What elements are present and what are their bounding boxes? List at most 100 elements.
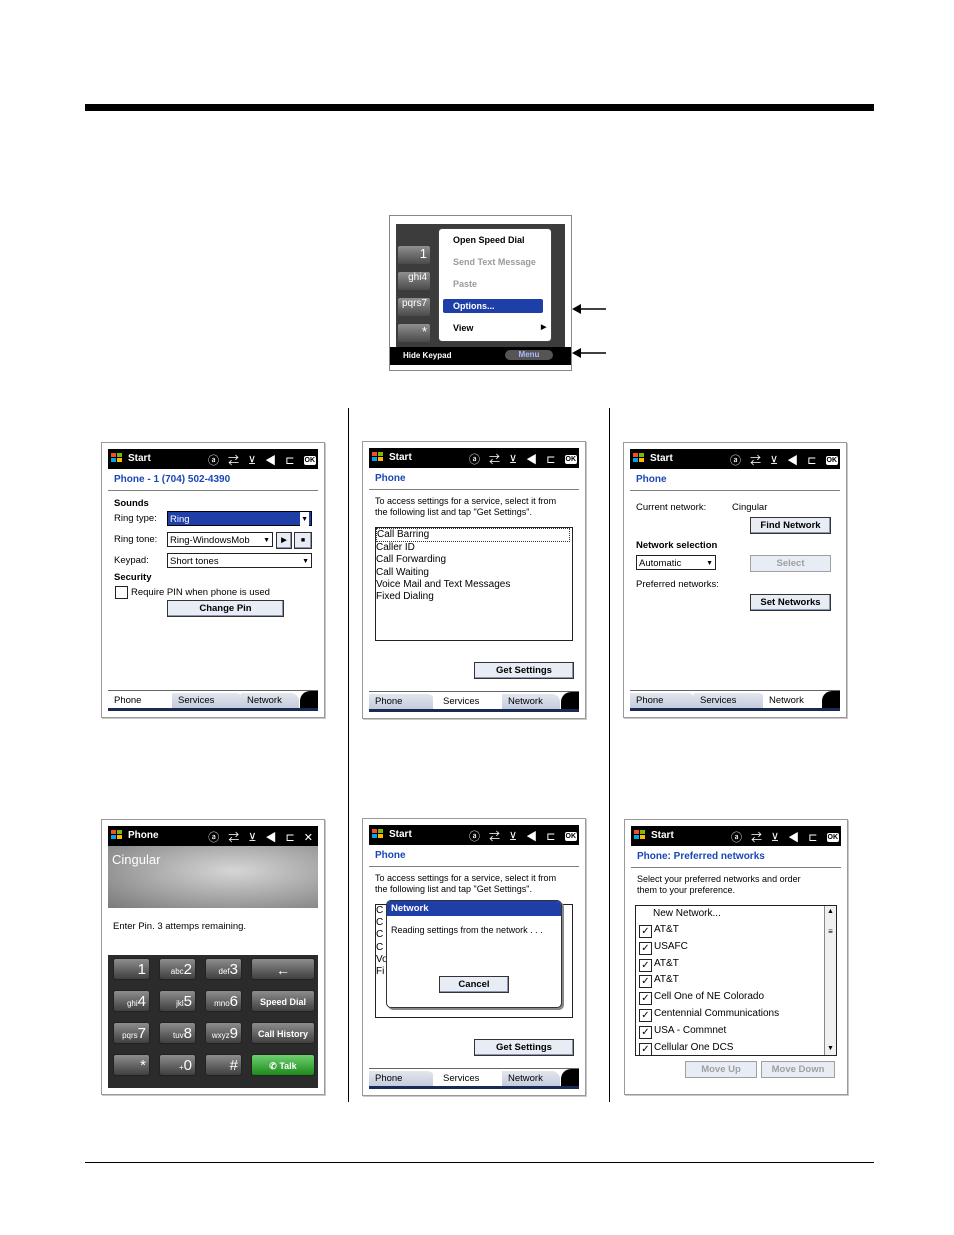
select-button[interactable]: Select <box>750 555 831 572</box>
menu-item-send-text-message[interactable]: Send Text Message <box>453 257 536 267</box>
find-network-button[interactable]: Find Network <box>750 517 831 534</box>
list-item[interactable]: Call Waiting <box>376 567 572 579</box>
ok-button[interactable]: OK <box>564 832 577 841</box>
talk-button[interactable]: ✆ Talk <box>251 1054 315 1076</box>
network-name: Cell One of NE Colorado <box>654 991 765 1003</box>
tab-phone[interactable]: Phone <box>108 693 174 708</box>
get-settings-button[interactable]: Get Settings <box>474 1039 574 1056</box>
checkbox-checked-icon[interactable]: ✓ <box>639 958 652 972</box>
start-label[interactable]: Start <box>128 453 151 464</box>
key-star[interactable]: * <box>398 324 430 342</box>
list-item[interactable]: Caller ID <box>376 542 572 554</box>
tab-services[interactable]: Services <box>433 1071 505 1086</box>
scroll-thumb-icon[interactable]: ≡ <box>825 926 836 938</box>
ring-tone-select[interactable]: Ring-WindowsMob ▼ <box>167 532 273 547</box>
get-settings-button[interactable]: Get Settings <box>474 662 574 679</box>
key-4[interactable]: ghi4 <box>398 272 430 290</box>
tab-services[interactable]: Services <box>694 693 766 708</box>
windows-flag-icon <box>633 453 645 464</box>
checkbox-checked-icon[interactable]: ✓ <box>639 1042 652 1056</box>
network-list-item[interactable]: ✓ Cell One of NE Colorado <box>636 989 836 1006</box>
list-item[interactable]: Call Forwarding <box>376 554 572 566</box>
network-list-item[interactable]: ✓ Cellular One DCS <box>636 1040 836 1057</box>
start-label[interactable]: Start <box>389 829 412 840</box>
ok-button[interactable]: OK <box>825 456 838 465</box>
pin-key[interactable]: pqrs7 <box>113 1022 150 1044</box>
checkbox-checked-icon[interactable]: ✓ <box>639 975 652 989</box>
play-icon[interactable]: ▶ <box>276 532 292 549</box>
hide-keypad-softkey[interactable]: Hide Keypad <box>403 351 451 360</box>
start-label[interactable]: Start <box>651 830 674 841</box>
pin-key[interactable]: ghi4 <box>113 990 150 1012</box>
stop-icon[interactable]: ■ <box>294 532 312 549</box>
cancel-button[interactable]: Cancel <box>439 976 509 993</box>
ok-button[interactable]: OK <box>303 456 316 465</box>
close-icon[interactable]: ✕ <box>304 832 316 844</box>
pin-key[interactable]: # <box>205 1054 242 1076</box>
tab-services[interactable]: Services <box>433 694 505 709</box>
list-item[interactable]: Call Barring <box>376 528 570 543</box>
keypad-select[interactable]: Short tones ▼ <box>167 553 312 568</box>
pin-key[interactable]: jkl5 <box>159 990 196 1012</box>
speed-dial-button[interactable]: Speed Dial <box>251 990 315 1012</box>
windows-flag-icon <box>111 453 123 464</box>
phone-label[interactable]: Phone <box>128 830 159 841</box>
tab-network[interactable]: Network <box>502 694 560 709</box>
scroll-down-icon[interactable]: ▼ <box>825 1043 836 1055</box>
set-networks-button[interactable]: Set Networks <box>750 594 831 611</box>
list-item[interactable]: Voice Mail and Text Messages <box>376 579 572 591</box>
network-list-item[interactable]: ✓ AT&T <box>636 972 836 989</box>
phone-icon: ✆ <box>269 1061 280 1071</box>
pin-key[interactable]: 1 <box>113 958 150 980</box>
menu-item-view[interactable]: View <box>453 323 473 333</box>
network-list-item[interactable]: ✓ AT&T <box>636 922 836 939</box>
pin-key-letters: ghi <box>126 999 138 1008</box>
scroll-up-icon[interactable]: ▲ <box>825 906 836 918</box>
require-pin-checkbox[interactable] <box>115 586 128 599</box>
network-list-item[interactable]: ✓ USA - Commnet <box>636 1023 836 1040</box>
pin-key[interactable]: mno6 <box>205 990 242 1012</box>
tab-network[interactable]: Network <box>241 693 299 708</box>
checkbox-checked-icon[interactable]: ✓ <box>639 992 652 1006</box>
change-pin-button[interactable]: Change Pin <box>167 600 284 617</box>
checkbox-checked-icon[interactable]: ✓ <box>639 925 652 938</box>
move-up-button[interactable]: Move Up <box>685 1061 757 1078</box>
tab-network[interactable]: Network <box>763 693 821 708</box>
ring-type-select[interactable]: Ring ▼ <box>167 511 312 527</box>
key-7[interactable]: pqrs7 <box>398 298 430 316</box>
tab-services[interactable]: Services <box>172 693 244 708</box>
list-item[interactable]: Fixed Dialing <box>376 591 572 603</box>
network-list-item[interactable]: ✓ Centennial Communications <box>636 1006 836 1023</box>
start-label[interactable]: Start <box>650 453 673 464</box>
tab-network[interactable]: Network <box>502 1071 560 1086</box>
tab-phone[interactable]: Phone <box>630 693 696 708</box>
move-down-button[interactable]: Move Down <box>761 1061 835 1078</box>
pin-key[interactable]: wxyz9 <box>205 1022 242 1044</box>
network-list-item[interactable]: ✓ USAFC <box>636 939 836 956</box>
checkbox-checked-icon[interactable]: ✓ <box>639 941 652 955</box>
pin-key[interactable]: abc2 <box>159 958 196 980</box>
backspace-key[interactable]: ← <box>251 958 315 980</box>
pin-key[interactable]: def3 <box>205 958 242 980</box>
scrollbar[interactable]: ▲ ≡ ▼ <box>824 906 836 1055</box>
menu-item-open-speed-dial[interactable]: Open Speed Dial <box>453 235 525 245</box>
ok-button[interactable]: OK <box>564 455 577 464</box>
title-divider <box>369 866 579 867</box>
pin-key[interactable]: +0 <box>159 1054 196 1076</box>
start-label[interactable]: Start <box>389 452 412 463</box>
new-network-item[interactable]: New Network... <box>636 906 836 922</box>
network-list-item[interactable]: ✓ AT&T <box>636 956 836 973</box>
checkbox-checked-icon[interactable]: ✓ <box>639 1008 652 1022</box>
pin-key[interactable]: * <box>113 1054 150 1076</box>
key-1[interactable]: 1 <box>398 246 430 264</box>
tab-phone[interactable]: Phone <box>369 1071 435 1086</box>
menu-softkey[interactable]: Menu <box>505 350 553 360</box>
pin-key[interactable]: tuv8 <box>159 1022 196 1044</box>
menu-item-paste[interactable]: Paste <box>453 279 477 289</box>
network-selection-select[interactable]: Automatic ▼ <box>636 555 716 570</box>
tab-phone[interactable]: Phone <box>369 694 435 709</box>
call-history-button[interactable]: Call History <box>251 1022 315 1044</box>
ok-button[interactable]: OK <box>826 833 839 842</box>
checkbox-checked-icon[interactable]: ✓ <box>639 1025 652 1039</box>
menu-item-options[interactable]: Options... <box>443 299 543 313</box>
